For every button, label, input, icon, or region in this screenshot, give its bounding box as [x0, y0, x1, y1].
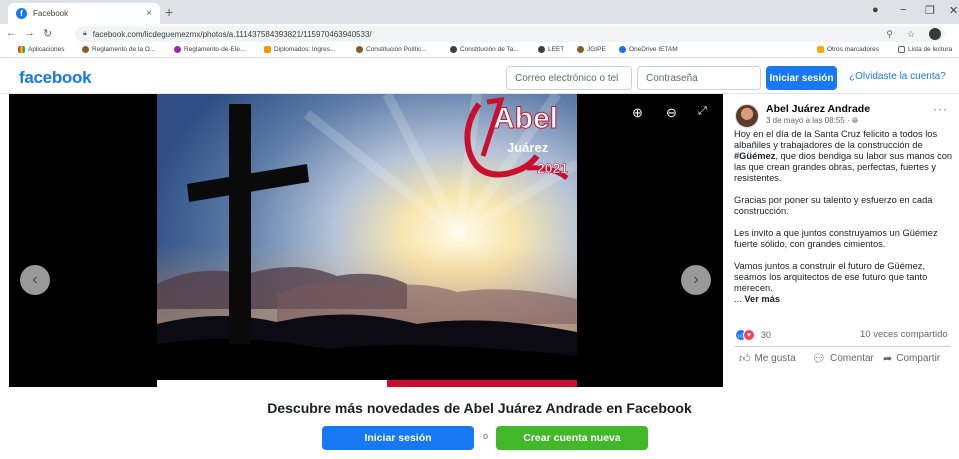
post-panel: Abel Juárez Andrade 3 de mayo a las 08:5…: [723, 94, 959, 387]
reading-list-icon: [898, 46, 905, 53]
address-bar[interactable]: 🔒︎ facebook.com/licdeguemezmx/photos/a.1…: [75, 26, 945, 42]
post-text: Hoy en el día de la Santa Cruz felicito …: [734, 129, 956, 305]
photo-bottom-band: [157, 380, 577, 387]
url-text: facebook.com/licdeguemezmx/photos/a.1114…: [92, 29, 372, 39]
zoom-icon[interactable]: ⚲: [886, 29, 893, 40]
bookmark-favicon-icon: [356, 46, 363, 53]
onedrive-icon: [619, 46, 626, 53]
campaign-logo-name: Abel: [492, 102, 559, 136]
facebook-favicon-icon: f: [16, 8, 27, 19]
share-icon: ➦: [883, 353, 893, 365]
bookmark-favicon-icon: [538, 46, 545, 53]
post-author[interactable]: Abel Juárez Andrade: [766, 103, 870, 115]
comment-icon: 💬︎: [812, 353, 826, 365]
bookmark-favicon-icon: [264, 46, 271, 53]
extension-icon[interactable]: [929, 28, 941, 40]
globe-icon: 🌐︎: [851, 116, 859, 125]
or-separator: o: [483, 431, 489, 441]
bookmark-reading-list[interactable]: Lista de lectura: [898, 46, 952, 53]
bookmark-favicon-icon: [82, 46, 89, 53]
new-tab-button[interactable]: +: [165, 4, 173, 20]
campaign-logo: Abel Juárez 2021: [457, 96, 575, 186]
post-paragraph: Gracias por poner su talento y esfuerzo …: [734, 195, 933, 216]
photo-red-band: [387, 380, 577, 387]
restore-icon[interactable]: ❐: [925, 4, 935, 17]
tab-close-icon[interactable]: ×: [146, 8, 152, 19]
bookmark-item[interactable]: Reglamento-de-Ele...: [174, 46, 245, 53]
browser-tab-strip: f Facebook × + ● − ❐ ✕: [0, 0, 959, 24]
bookmark-item[interactable]: Reglamento de la O...: [82, 46, 155, 53]
chevron-left-icon: ‹: [32, 271, 38, 288]
minimize-icon[interactable]: −: [900, 4, 906, 16]
browser-toolbar: ← → ↻ 🔒︎ facebook.com/licdeguemezmx/phot…: [0, 24, 959, 44]
bookmark-item[interactable]: LEET: [538, 46, 564, 53]
back-icon[interactable]: ←: [6, 27, 17, 39]
password-field[interactable]: Contraseña: [637, 66, 761, 90]
reload-icon[interactable]: ↻: [43, 27, 52, 40]
bookmark-item[interactable]: Diplomados: Ingres...: [264, 46, 335, 53]
zoom-out-icon[interactable]: ⊖: [666, 105, 677, 121]
folder-icon: [817, 46, 824, 53]
like-button[interactable]: 👍︎ Me gusta: [739, 352, 796, 365]
next-photo-button[interactable]: ›: [681, 265, 711, 295]
hashtag-link[interactable]: #Güémez: [734, 151, 775, 161]
reaction-count: 30: [761, 330, 772, 340]
lock-icon: 🔒︎: [83, 30, 87, 37]
bookmark-favicon-icon: [174, 46, 181, 53]
bookmarks-bar: Aplicaciones Reglamento de la O... Regla…: [0, 44, 959, 58]
post-photo: Abel Juárez 2021: [157, 94, 577, 387]
bookmark-favicon-icon: [577, 46, 584, 53]
bookmark-item[interactable]: JGIPE: [577, 46, 606, 53]
forgot-account-link[interactable]: ¿Olvidaste la cuenta?: [849, 71, 946, 82]
post-paragraph: Hoy en el día de la Santa Cruz felicito …: [734, 129, 953, 183]
divider: [735, 346, 951, 347]
more-options-icon[interactable]: ···: [933, 102, 948, 116]
facebook-header: facebook Correo electrónico o tel Contra…: [0, 58, 959, 94]
bookmark-other[interactable]: Otros marcadores: [817, 46, 879, 53]
photo-viewer: Abel Juárez 2021 ⊕ ⊖ ⤢ ‹ ›: [9, 94, 723, 387]
bookmark-apps[interactable]: Aplicaciones: [18, 46, 65, 53]
share-count[interactable]: 10 veces compartido: [860, 329, 948, 340]
post-paragraph: Les invito a que juntos construyamos un …: [734, 228, 938, 249]
forward-icon[interactable]: →: [24, 27, 35, 39]
bookmark-item[interactable]: OneDrive IETAM: [619, 46, 678, 53]
comment-button[interactable]: 💬︎ Comentar: [812, 352, 874, 365]
create-account-button[interactable]: Crear cuenta nueva: [496, 426, 648, 450]
profile-icon[interactable]: ●: [872, 4, 879, 16]
chevron-right-icon: ›: [693, 271, 699, 288]
post-paragraph: Vamos juntos a construir el futuro de Gü…: [734, 261, 928, 304]
email-field[interactable]: Correo electrónico o tel: [506, 66, 632, 90]
tab-title: Facebook: [33, 9, 69, 18]
love-reaction-icon: ♥: [743, 329, 755, 341]
bookmark-item[interactable]: Constitución de Ta...: [450, 46, 519, 53]
apps-grid-icon: [18, 46, 25, 53]
zoom-in-icon[interactable]: ⊕: [632, 105, 643, 121]
bookmark-item[interactable]: Constitución Polític...: [356, 46, 427, 53]
post-date[interactable]: 3 de mayo a las 08:55 · 🌐︎: [766, 116, 858, 126]
facebook-logo[interactable]: facebook: [19, 68, 92, 88]
thumbs-up-icon: 👍︎: [739, 353, 751, 365]
previous-photo-button[interactable]: ‹: [20, 265, 50, 295]
login-button[interactable]: Iniciar sesión: [766, 66, 837, 90]
see-more-link[interactable]: Ver más: [744, 294, 780, 304]
campaign-logo-year: 2021: [537, 160, 569, 177]
reactions-summary[interactable]: 👍︎ ♥ 30: [735, 329, 771, 341]
fullscreen-icon[interactable]: ⤢: [698, 105, 707, 118]
browser-tab[interactable]: f Facebook ×: [8, 3, 160, 24]
bookmark-star-icon[interactable]: ☆: [907, 29, 915, 40]
close-window-icon[interactable]: ✕: [949, 4, 958, 17]
share-button[interactable]: ➦ Compartir: [883, 352, 940, 365]
login-button-bottom[interactable]: Iniciar sesión: [322, 426, 474, 450]
signup-prompt-title: Descubre más novedades de Abel Juárez An…: [267, 400, 692, 416]
campaign-logo-surname: Juárez: [507, 140, 549, 155]
bookmark-favicon-icon: [450, 46, 457, 53]
author-avatar[interactable]: [735, 104, 759, 128]
